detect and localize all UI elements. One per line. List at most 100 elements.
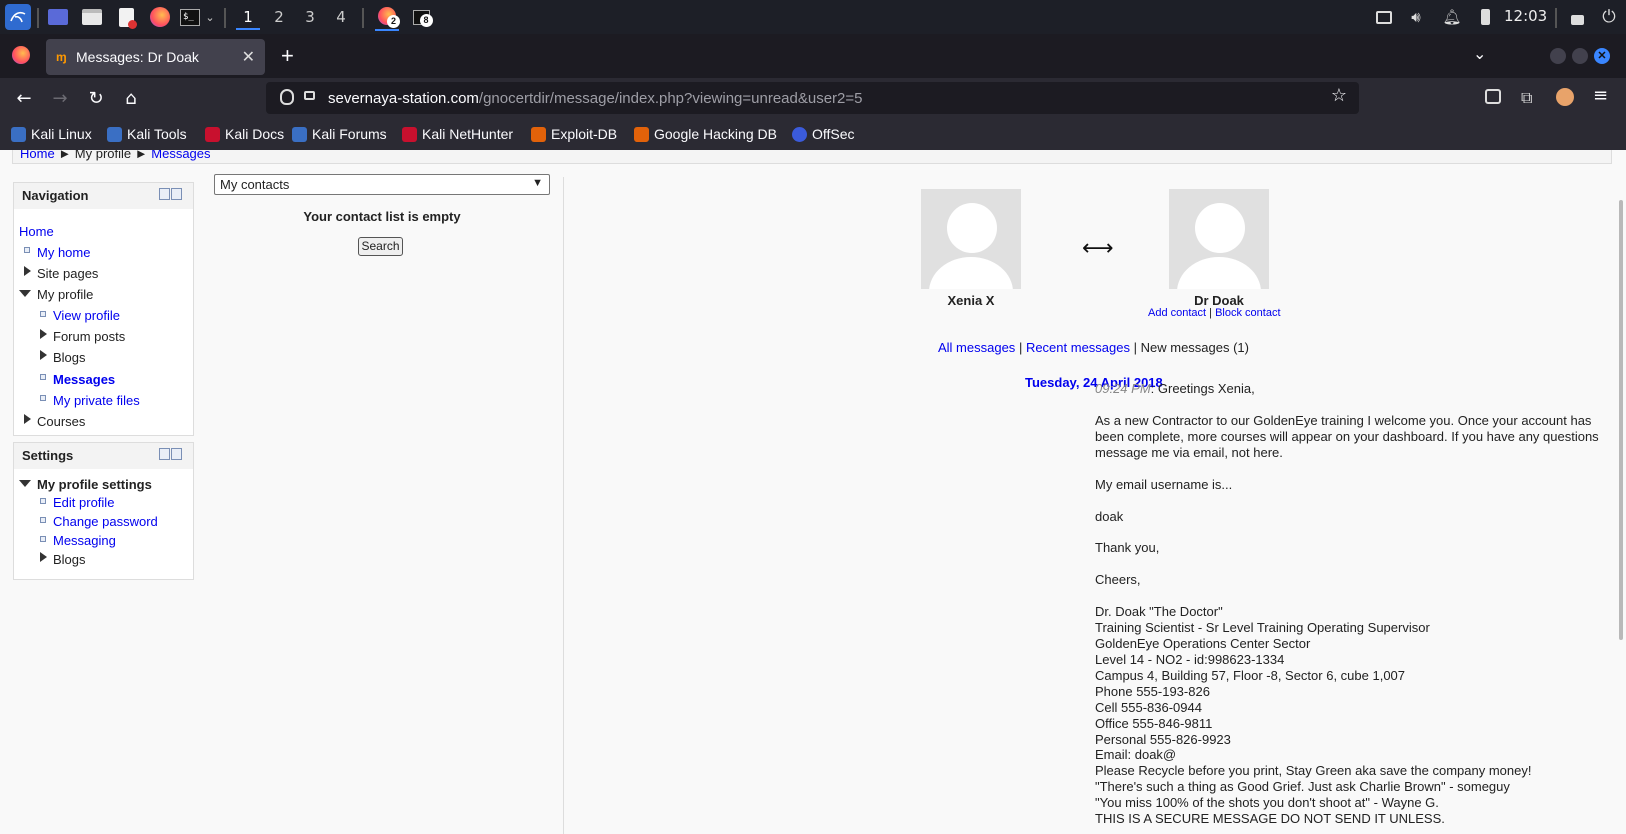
collapse-block-icon[interactable]: [159, 448, 170, 460]
maximize-window-button[interactable]: [1572, 48, 1588, 64]
insecure-lock-icon[interactable]: [304, 91, 315, 100]
user-avatar[interactable]: [921, 189, 1021, 289]
desktop-icon[interactable]: [46, 5, 70, 29]
address-bar[interactable]: severnaya-station.com/gnocertdir/message…: [266, 82, 1359, 114]
collapse-arrow-icon[interactable]: [19, 480, 31, 487]
firefox-view-icon[interactable]: [12, 46, 30, 64]
extensions-icon[interactable]: ⧉: [1521, 88, 1532, 108]
firefox-icon[interactable]: [148, 5, 172, 29]
nav-blogs[interactable]: Blogs: [53, 350, 86, 365]
battery-icon[interactable]: [1473, 5, 1497, 29]
firefox-icon: 2: [378, 7, 400, 28]
pocket-icon[interactable]: [1485, 89, 1501, 104]
terminal-icon[interactable]: $_: [178, 5, 202, 29]
expand-arrow-icon[interactable]: [24, 414, 31, 424]
dock-block-icon[interactable]: [171, 448, 182, 460]
nav-my-profile[interactable]: My profile: [37, 287, 93, 302]
taskbar-separator: [37, 8, 39, 28]
minimize-window-button[interactable]: [1550, 48, 1566, 64]
nav-private-files-link[interactable]: My private files: [53, 393, 140, 408]
bookmark-google-hacking-db[interactable]: Google Hacking DB: [634, 126, 777, 142]
nav-courses[interactable]: Courses: [37, 414, 85, 429]
workspace-4[interactable]: 4: [329, 6, 353, 30]
block-contact-link[interactable]: Block contact: [1215, 307, 1280, 319]
edit-profile-link[interactable]: Edit profile: [53, 495, 114, 510]
breadcrumb-home-link[interactable]: Home: [20, 150, 55, 161]
bookmark-exploit-db[interactable]: Exploit-DB: [531, 126, 617, 142]
expand-arrow-icon[interactable]: [40, 552, 47, 562]
block-controls[interactable]: [159, 448, 183, 460]
expand-arrow-icon[interactable]: [40, 350, 47, 360]
file-manager-icon[interactable]: [80, 5, 104, 29]
home-icon[interactable]: ⌂: [119, 87, 143, 111]
add-contact-link[interactable]: Add contact: [1148, 307, 1206, 319]
kali-menu-icon[interactable]: [5, 4, 31, 30]
bookmark-label: Kali Forums: [312, 126, 387, 142]
dock-block-icon[interactable]: [171, 188, 182, 200]
menu-icon[interactable]: ≡: [1593, 85, 1608, 106]
url-text[interactable]: severnaya-station.com/gnocertdir/message…: [328, 90, 863, 107]
settings-blogs[interactable]: Blogs: [53, 552, 86, 567]
contact-avatar[interactable]: [1169, 189, 1269, 289]
nav-forum-posts[interactable]: Forum posts: [53, 329, 125, 344]
bookmark-kali-nethunter[interactable]: Kali NetHunter: [402, 126, 513, 142]
bullet-icon: [40, 517, 46, 523]
browser-tab[interactable]: ɱ Messages: Dr Doak ✕: [46, 39, 265, 75]
workspace-1[interactable]: 1: [236, 6, 260, 30]
collapse-arrow-icon[interactable]: [19, 290, 31, 297]
breadcrumb-messages-link[interactable]: Messages: [151, 150, 210, 161]
google-hacking-db-icon: [634, 127, 649, 142]
clock[interactable]: 12:03: [1504, 7, 1547, 25]
expand-arrow-icon[interactable]: [40, 329, 47, 339]
chevron-down-icon[interactable]: ⌄: [203, 5, 217, 29]
avatar-body-icon: [1177, 257, 1261, 289]
messaging-link[interactable]: Messaging: [53, 533, 116, 548]
offsec-icon: [792, 127, 807, 142]
bookmark-offsec[interactable]: OffSec: [792, 126, 855, 142]
bookmark-kali-docs[interactable]: Kali Docs: [205, 126, 284, 142]
change-password-link[interactable]: Change password: [53, 514, 158, 529]
nav-messages-link[interactable]: Messages: [53, 372, 115, 387]
shield-icon[interactable]: [280, 89, 294, 105]
terminal-window-button[interactable]: 8: [409, 5, 433, 29]
volume-icon[interactable]: 🔊︎: [1404, 5, 1428, 29]
bookmark-star-icon[interactable]: ☆: [1331, 85, 1347, 106]
breadcrumb-separator-icon: ►: [134, 150, 152, 161]
all-messages-link[interactable]: All messages: [938, 340, 1015, 355]
lock-icon[interactable]: [1565, 5, 1589, 29]
block-controls[interactable]: [159, 188, 183, 200]
list-tabs-icon[interactable]: ⌄: [1473, 44, 1486, 63]
bullet-icon: [40, 374, 46, 380]
workspace-2[interactable]: 2: [267, 6, 291, 30]
nav-my-home-link[interactable]: My home: [37, 245, 90, 260]
close-window-button[interactable]: ✕: [1594, 48, 1610, 64]
nav-site-pages[interactable]: Site pages: [37, 266, 98, 281]
my-profile-settings[interactable]: My profile settings: [37, 477, 152, 492]
web-page: Home ► My profile ► Messages Navigation …: [0, 150, 1626, 834]
search-button[interactable]: Search: [358, 237, 403, 256]
back-arrow-icon[interactable]: ←: [12, 87, 36, 111]
nav-view-profile-link[interactable]: View profile: [53, 308, 120, 323]
bookmark-kali-forums[interactable]: Kali Forums: [292, 126, 387, 142]
nav-home-link[interactable]: Home: [19, 224, 54, 239]
notification-bell-icon[interactable]: 🔔︎: [1440, 5, 1464, 29]
contacts-select[interactable]: My contacts ▼: [214, 174, 550, 195]
forward-arrow-icon[interactable]: →: [48, 87, 72, 111]
tab-title: Messages: Dr Doak: [76, 49, 199, 65]
bookmark-kali-tools[interactable]: Kali Tools: [107, 126, 187, 142]
collapse-block-icon[interactable]: [159, 188, 170, 200]
expand-arrow-icon[interactable]: [24, 266, 31, 276]
screen-icon[interactable]: [1372, 5, 1396, 29]
reload-icon[interactable]: ↻: [84, 87, 108, 111]
message-line: GoldenEye Operations Center Sector: [1095, 636, 1311, 652]
account-avatar-icon[interactable]: [1556, 88, 1574, 106]
page-scrollbar[interactable]: [1619, 200, 1623, 640]
firefox-window-button[interactable]: 2: [375, 3, 400, 31]
text-editor-icon[interactable]: [114, 5, 138, 29]
recent-messages-link[interactable]: Recent messages: [1026, 340, 1130, 355]
power-icon[interactable]: ⏻: [1597, 5, 1621, 29]
bookmark-kali-linux[interactable]: Kali Linux: [11, 126, 92, 142]
close-tab-icon[interactable]: ✕: [242, 47, 255, 67]
workspace-3[interactable]: 3: [298, 6, 322, 30]
new-tab-button[interactable]: +: [281, 43, 294, 69]
